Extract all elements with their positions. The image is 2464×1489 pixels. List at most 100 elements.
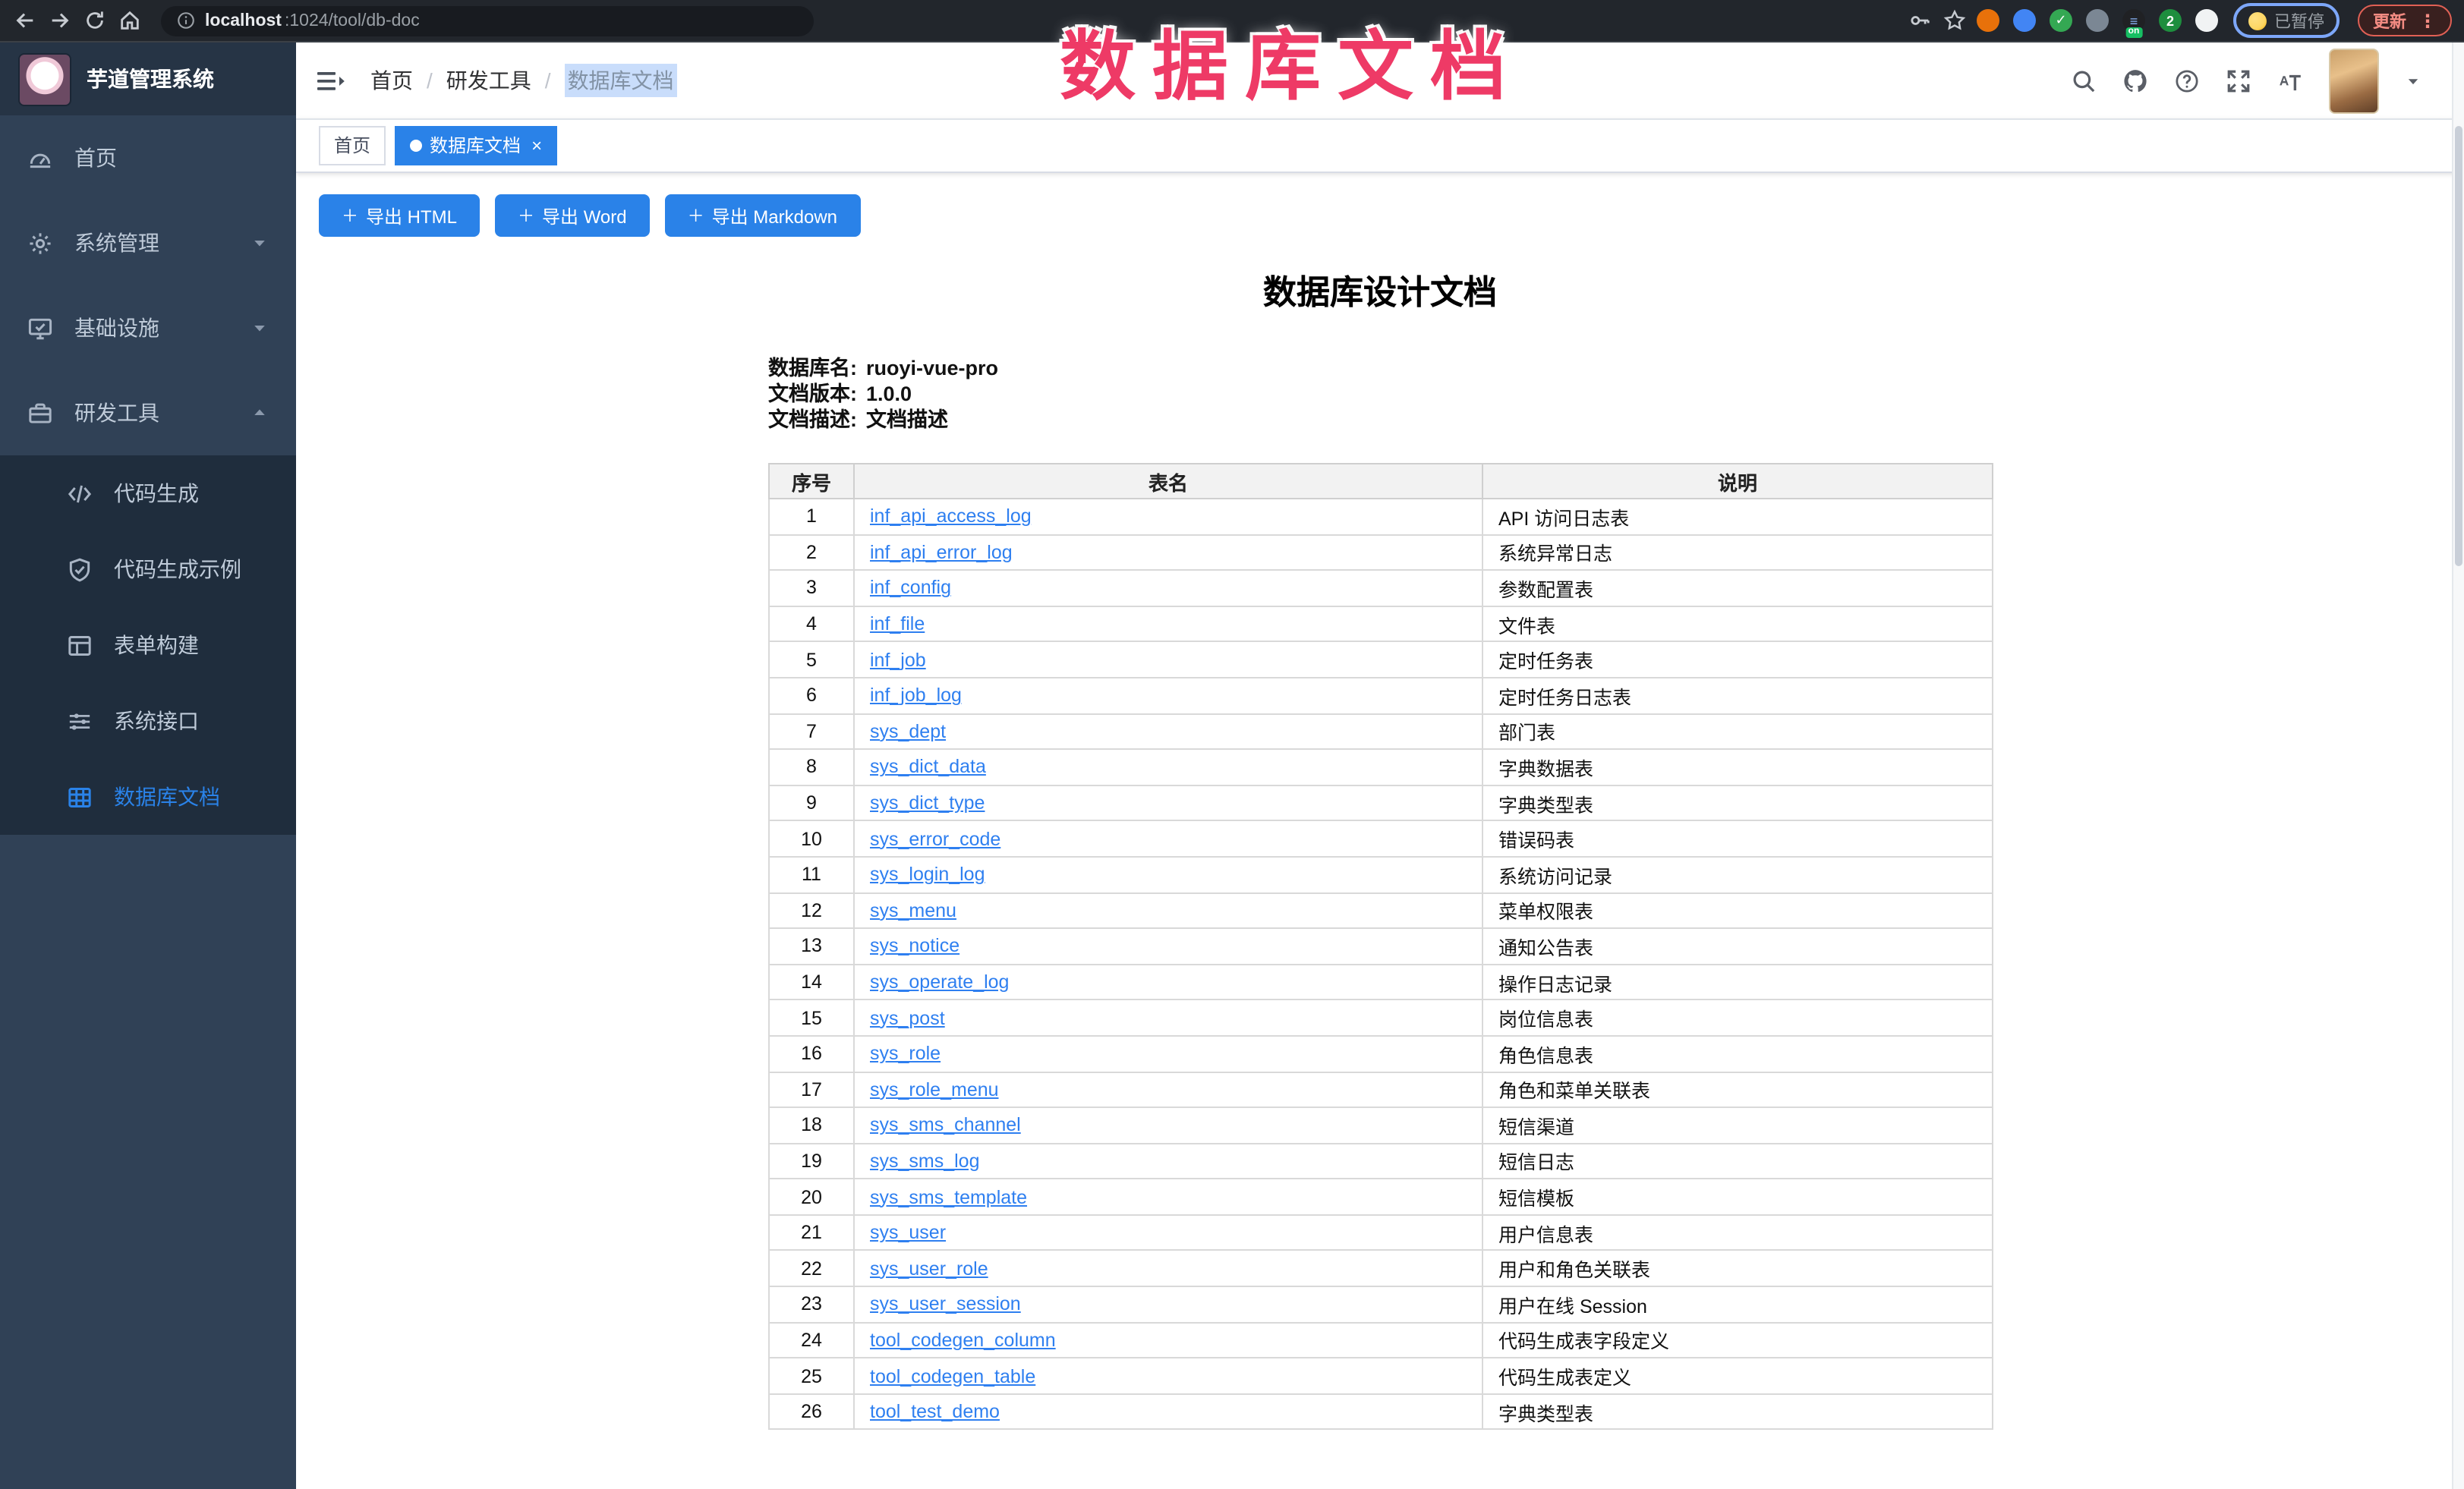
- font-size-icon[interactable]: [2277, 68, 2303, 93]
- table-name-link[interactable]: inf_api_access_log: [870, 506, 1032, 527]
- info-icon[interactable]: [176, 11, 196, 30]
- table-name-link[interactable]: sys_login_log: [870, 864, 985, 885]
- table-name-link[interactable]: sys_post: [870, 1007, 945, 1028]
- table-desc-cell: 短信模板: [1482, 1179, 1993, 1215]
- row-index: 14: [769, 964, 854, 999]
- sidebar-item-system[interactable]: 系统管理: [0, 200, 296, 285]
- table-name-link[interactable]: sys_role: [870, 1043, 941, 1064]
- table-name-cell: inf_job: [854, 642, 1482, 678]
- tab-label: 数据库文档: [430, 127, 521, 164]
- breadcrumb-item[interactable]: 首页: [370, 65, 413, 96]
- extension-dark-on-icon[interactable]: ≡on: [2122, 9, 2145, 32]
- table-name-link[interactable]: sys_dept: [870, 721, 946, 742]
- table-row: 9sys_dict_type字典类型表: [769, 785, 1993, 821]
- table-desc-cell: 代码生成表字段定义: [1482, 1322, 1993, 1358]
- close-icon[interactable]: ×: [531, 127, 542, 164]
- table-name-link[interactable]: tool_codegen_table: [870, 1365, 1035, 1387]
- home-icon[interactable]: [117, 8, 143, 33]
- sidebar-item-label: 首页: [74, 143, 269, 173]
- table-name-link[interactable]: sys_error_code: [870, 828, 1000, 849]
- table-name-link[interactable]: sys_sms_log: [870, 1151, 980, 1172]
- chevron-down-icon[interactable]: [2405, 72, 2421, 89]
- help-icon[interactable]: [2174, 68, 2200, 93]
- table-name-cell: sys_menu: [854, 892, 1482, 928]
- row-index: 23: [769, 1286, 854, 1322]
- avatar[interactable]: [2329, 48, 2379, 113]
- sidebar-item-db-doc[interactable]: 数据库文档: [0, 759, 296, 835]
- browser-update-button[interactable]: 更新 ⋮: [2358, 5, 2452, 36]
- kebab-menu-icon[interactable]: ⋮: [2418, 10, 2437, 31]
- table-name-link[interactable]: inf_api_error_log: [870, 542, 1013, 563]
- extension-blue-icon[interactable]: [2013, 9, 2036, 32]
- table-name-link[interactable]: sys_menu: [870, 900, 956, 921]
- sidebar-item-codegen[interactable]: 代码生成: [0, 455, 296, 531]
- row-index: 5: [769, 642, 854, 678]
- table-name-link[interactable]: inf_file: [870, 613, 925, 634]
- table-name-link[interactable]: sys_sms_template: [870, 1186, 1027, 1207]
- table-name-link[interactable]: sys_notice: [870, 936, 959, 957]
- table-name-link[interactable]: inf_job: [870, 649, 926, 670]
- extension-green-check-icon[interactable]: ✓: [2050, 9, 2072, 32]
- tab-数据库文档[interactable]: 数据库文档 ×: [395, 126, 557, 165]
- forward-icon[interactable]: [47, 8, 73, 33]
- extension-orange-icon[interactable]: [1977, 9, 1999, 32]
- sidebar-item-devtools[interactable]: 研发工具: [0, 370, 296, 455]
- sliders-icon: [67, 708, 93, 734]
- profile-paused-chip[interactable]: 已暂停: [2233, 3, 2340, 38]
- table-name-cell: tool_codegen_column: [854, 1322, 1482, 1358]
- page-scrollbar[interactable]: [2452, 42, 2464, 1489]
- export-markdown-button[interactable]: ＋导出 Markdown: [665, 194, 860, 237]
- table-desc-cell: 字典类型表: [1482, 1394, 1993, 1430]
- extension-light-puzzle-icon[interactable]: [2195, 9, 2218, 32]
- row-index: 8: [769, 749, 854, 785]
- sidebar-collapse-icon[interactable]: [317, 68, 346, 93]
- table-name-link[interactable]: sys_sms_channel: [870, 1115, 1021, 1136]
- sidebar-logo-row[interactable]: 芋道管理系统: [0, 42, 296, 115]
- sidebar-item-form-builder[interactable]: 表单构建: [0, 607, 296, 683]
- row-index: 13: [769, 928, 854, 964]
- row-index: 1: [769, 499, 854, 534]
- sidebar-item-home[interactable]: 首页: [0, 115, 296, 200]
- table-row: 13sys_notice通知公告表: [769, 928, 1993, 964]
- table-name-link[interactable]: sys_dict_data: [870, 757, 986, 778]
- sidebar-item-api[interactable]: 系统接口: [0, 683, 296, 759]
- table-name-link[interactable]: sys_role_menu: [870, 1079, 999, 1100]
- table-name-link[interactable]: tool_codegen_column: [870, 1330, 1056, 1351]
- table-name-link[interactable]: sys_user: [870, 1222, 946, 1243]
- table-row: 5inf_job定时任务表: [769, 642, 1993, 678]
- table-name-link[interactable]: sys_operate_log: [870, 971, 1009, 993]
- sidebar-item-infra[interactable]: 基础设施: [0, 285, 296, 370]
- tab-首页[interactable]: 首页: [319, 126, 386, 165]
- extension-green-leaf-icon[interactable]: 2: [2159, 9, 2182, 32]
- github-icon[interactable]: [2122, 68, 2148, 93]
- reload-icon[interactable]: [82, 8, 108, 33]
- table-name-cell: inf_job_log: [854, 678, 1482, 713]
- address-bar[interactable]: localhost :1024/tool/db-doc: [161, 5, 814, 36]
- sidebar-menu: 首页系统管理基础设施研发工具代码生成代码生成示例表单构建系统接口数据库文档: [0, 115, 296, 1489]
- table-name-link[interactable]: sys_user_role: [870, 1258, 988, 1280]
- app-title: 芋道管理系统: [87, 64, 214, 94]
- sidebar-item-codegen-demo[interactable]: 代码生成示例: [0, 531, 296, 607]
- column-header: 表名: [854, 464, 1482, 499]
- table-name-link[interactable]: inf_job_log: [870, 685, 962, 707]
- table-name-link[interactable]: tool_test_demo: [870, 1401, 1000, 1422]
- sidebar-item-label: 基础设施: [74, 313, 229, 343]
- search-icon[interactable]: [2071, 68, 2097, 93]
- export-word-button[interactable]: ＋导出 Word: [495, 194, 650, 237]
- export-html-button[interactable]: ＋导出 HTML: [319, 194, 480, 237]
- export-button-row: ＋导出 HTML ＋导出 Word ＋导出 Markdown: [319, 194, 2464, 237]
- key-icon[interactable]: [1907, 8, 1933, 33]
- table-name-link[interactable]: sys_dict_type: [870, 792, 985, 814]
- table-name-link[interactable]: inf_config: [870, 578, 951, 599]
- star-icon[interactable]: [1942, 8, 1968, 33]
- scrollbar-thumb[interactable]: [2455, 126, 2462, 566]
- fullscreen-icon[interactable]: [2226, 68, 2251, 93]
- extension-colorful-icon[interactable]: [2086, 9, 2109, 32]
- sidebar-item-label: 研发工具: [74, 398, 229, 428]
- table-desc-cell: 参数配置表: [1482, 570, 1993, 606]
- breadcrumb-item[interactable]: 研发工具: [446, 65, 531, 96]
- table-name-link[interactable]: sys_user_session: [870, 1294, 1021, 1315]
- plus-icon: ＋: [518, 203, 534, 228]
- doc-meta-line: 文档版本:1.0.0: [768, 381, 1992, 407]
- back-icon[interactable]: [12, 8, 38, 33]
